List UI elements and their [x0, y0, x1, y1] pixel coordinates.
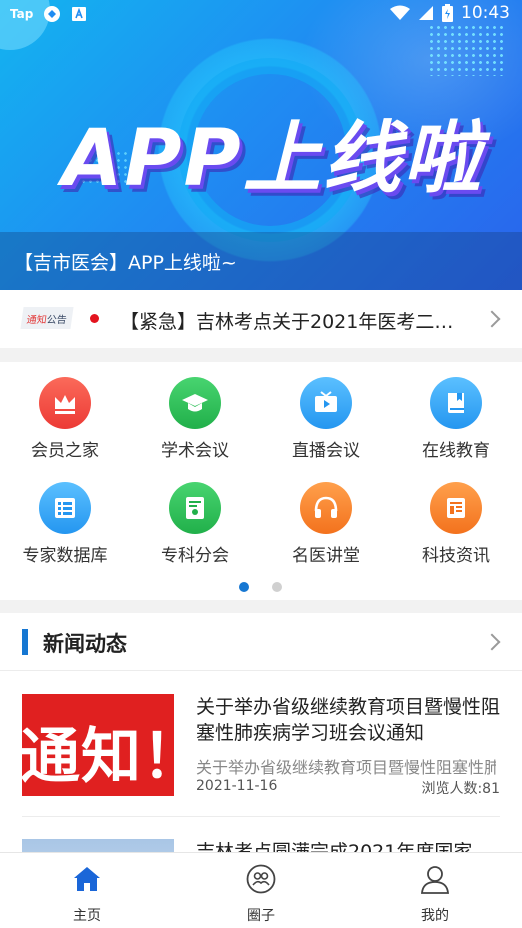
- tab-circle[interactable]: 圈子: [174, 853, 348, 928]
- tap-app-label: Tap: [10, 7, 34, 21]
- grid-item-academic-meeting[interactable]: 学术会议: [130, 362, 260, 461]
- certificate-icon: [169, 482, 221, 534]
- font-a-icon: [72, 7, 87, 21]
- battery-icon: [442, 4, 453, 22]
- notice-dot: [90, 314, 99, 323]
- section-accent-bar: [22, 629, 28, 655]
- news-summary: 关于举办省级继续教育项目暨慢性阻塞性肺疾病学习班会议通知: [196, 758, 496, 777]
- database-list-icon: [39, 482, 91, 534]
- banner-headline: APP上线啦: [62, 114, 483, 204]
- vpn-shield-icon: [44, 6, 61, 22]
- chevron-right-icon[interactable]: [483, 633, 501, 651]
- user-icon: [421, 866, 449, 894]
- book-icon: [430, 377, 482, 429]
- wifi-icon: [390, 5, 410, 20]
- bottom-tab-bar: 主页 圈子 我的: [0, 852, 522, 928]
- community-circle-icon: [246, 864, 276, 894]
- tab-home[interactable]: 主页: [0, 853, 174, 928]
- status-bar: Tap 10:43: [0, 0, 522, 28]
- grid-item-famous-doctor-lecture[interactable]: 名医讲堂: [261, 467, 391, 566]
- newspaper-icon: [430, 482, 482, 534]
- pager-dot[interactable]: [272, 582, 282, 592]
- tv-play-icon: [300, 377, 352, 429]
- news-header[interactable]: 新闻动态: [0, 613, 522, 671]
- notice-bar[interactable]: 通知公告 【紧急】吉林考点关于2021年医考二试时间安排的通知: [0, 290, 522, 348]
- grid-pager: [0, 582, 522, 592]
- pager-dot-active[interactable]: [239, 582, 249, 592]
- news-date: 2021-11-16: [196, 778, 278, 794]
- notice-text[interactable]: 【紧急】吉林考点关于2021年医考二试时间安排的通知: [120, 307, 472, 334]
- home-icon: [74, 867, 100, 891]
- grid-item-member-home[interactable]: 会员之家: [0, 362, 130, 461]
- banner-caption: 【吉市医会】APP上线啦~: [14, 252, 237, 274]
- clock: 10:43: [461, 3, 510, 23]
- headphones-icon: [300, 482, 352, 534]
- news-section-title: 新闻动态: [43, 632, 127, 656]
- signal-icon: [419, 6, 433, 20]
- feature-grid: 会员之家 学术会议 直播会议 在线教育 专家数据库 专科分会 名医讲堂 科技资讯: [0, 362, 522, 600]
- news-title: 关于举办省级继续教育项目暨慢性阻塞性肺疾病学习班会议通知: [196, 696, 501, 744]
- grid-item-expert-database[interactable]: 专家数据库: [0, 467, 130, 566]
- list-item[interactable]: 通知！ 关于举办省级继续教育项目暨慢性阻塞性肺疾病学习班会议通知 关于举办省级继…: [0, 671, 522, 817]
- crown-icon: [39, 377, 91, 429]
- chevron-right-icon[interactable]: [483, 310, 501, 328]
- graduation-cap-icon: [169, 377, 221, 429]
- grid-item-tech-news[interactable]: 科技资讯: [391, 467, 521, 566]
- tab-mine[interactable]: 我的: [348, 853, 522, 928]
- news-thumbnail: 通知！: [22, 694, 174, 796]
- grid-item-live-meeting[interactable]: 直播会议: [261, 362, 391, 461]
- grid-item-online-education[interactable]: 在线教育: [391, 362, 521, 461]
- app-screen: APP上线啦 【吉市医会】APP上线啦~ Tap 10:43 通知 公告 【紧急】…: [0, 0, 522, 928]
- news-views: 浏览人数:81: [421, 781, 500, 797]
- banner-carousel[interactable]: APP上线啦 【吉市医会】APP上线啦~: [0, 0, 522, 290]
- grid-item-specialty-branch[interactable]: 专科分会: [130, 467, 260, 566]
- notice-tag: 通知 公告: [20, 307, 74, 329]
